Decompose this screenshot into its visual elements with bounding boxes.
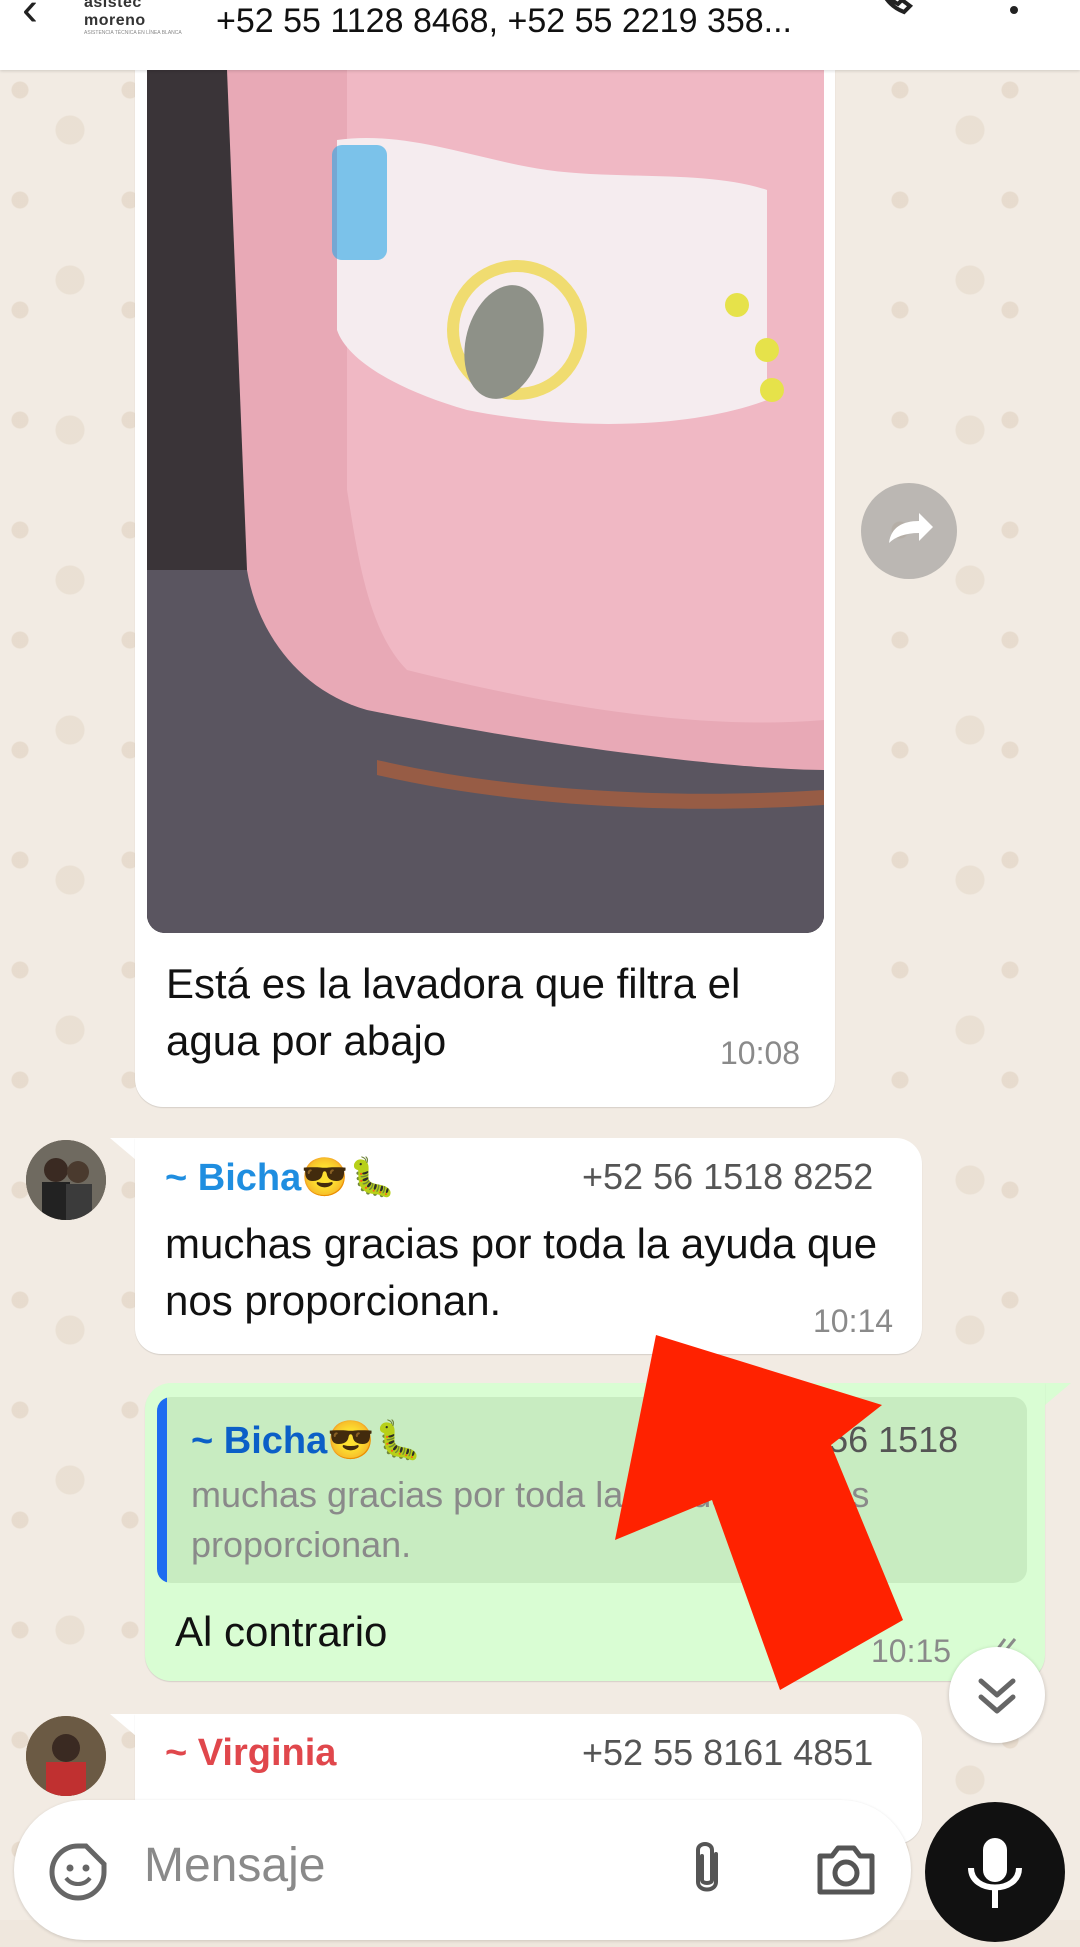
quote-accent-bar: [157, 1397, 167, 1583]
quoted-message[interactable]: ~ Bicha😎🐛 +52 56 1518 8252 muchas gracia…: [157, 1397, 1027, 1583]
outgoing-reply-message[interactable]: ~ Bicha😎🐛 +52 56 1518 8252 muchas gracia…: [145, 1383, 1045, 1681]
scroll-to-bottom-button[interactable]: [949, 1647, 1045, 1743]
chat-header[interactable]: ‹ asistec moreno ASISTENCIA TÉCNICA EN L…: [0, 0, 1080, 70]
group-logo[interactable]: asistec moreno ASISTENCIA TÉCNICA EN LÍN…: [84, 0, 194, 36]
forward-button[interactable]: [861, 483, 957, 579]
camera-icon[interactable]: [814, 1842, 878, 1898]
voice-message-button[interactable]: [925, 1802, 1065, 1942]
avatar-image: [26, 1716, 106, 1796]
message-time: 10:15: [871, 1633, 952, 1669]
sender-name[interactable]: ~ Bicha😎🐛: [165, 1156, 396, 1200]
sender-name[interactable]: ~ Virginia: [165, 1732, 336, 1775]
message-text: Al contrario: [175, 1608, 388, 1655]
avatar-bicha[interactable]: [26, 1140, 106, 1220]
message-time: 10:14: [813, 1303, 894, 1339]
message-time: 10:08: [720, 1035, 801, 1071]
incoming-message-bicha[interactable]: ~ Bicha😎🐛 +52 56 1518 8252 muchas gracia…: [135, 1138, 922, 1354]
group-members[interactable]: +52 55 1128 8468, +52 55 2219 358...: [216, 2, 792, 41]
logo-text: asistec moreno: [84, 0, 146, 29]
avatar-virginia[interactable]: [26, 1716, 106, 1796]
double-chevron-down-icon: [978, 1678, 1016, 1714]
quote-sender-name: ~ Bicha😎🐛: [191, 1420, 422, 1462]
image-caption: Está es la lavadora que filtra el agua p…: [166, 960, 741, 1064]
back-arrow-icon[interactable]: ‹: [22, 0, 38, 37]
quote-text: muchas gracias por toda la ayuda que nos…: [191, 1474, 870, 1565]
mic-icon: [968, 1838, 1022, 1908]
logo-tagline: ASISTENCIA TÉCNICA EN LÍNEA BLANCA: [84, 30, 182, 36]
menu-icon[interactable]: [1004, 0, 1024, 16]
sticker-icon[interactable]: [46, 1840, 110, 1904]
sender-phone: +52 55 8161 4851: [582, 1732, 874, 1773]
message-input[interactable]: Mensaje: [144, 1838, 325, 1893]
message-input-bar[interactable]: Mensaje: [14, 1800, 911, 1940]
sender-phone: +52 56 1518 8252: [582, 1156, 874, 1197]
image-message-bubble[interactable]: Está es la lavadora que filtra el agua p…: [135, 70, 835, 1107]
attach-icon[interactable]: [682, 1838, 732, 1902]
washing-machine-photo[interactable]: [147, 70, 824, 933]
bubble-tail: [110, 1138, 136, 1160]
call-icon[interactable]: [872, 0, 920, 20]
forward-icon: [889, 513, 933, 543]
bubble-tail: [110, 1714, 136, 1736]
bubble-tail: [1045, 1383, 1071, 1405]
avatar-image: [26, 1140, 106, 1220]
message-text: muchas gracias por toda la ayuda que nos…: [165, 1220, 878, 1324]
